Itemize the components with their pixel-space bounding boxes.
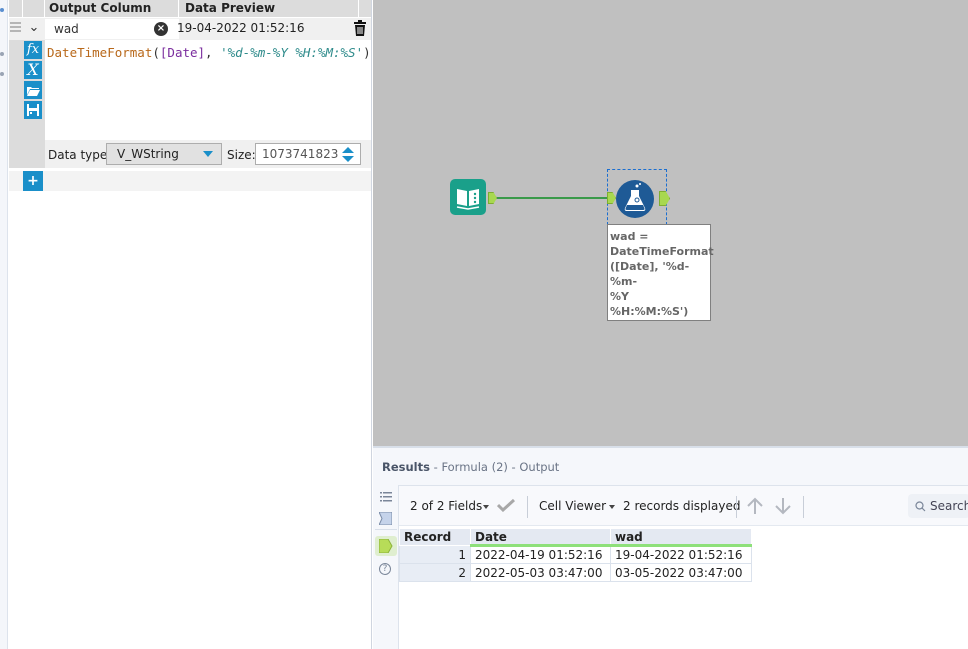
table-row[interactable]: 1 2022-04-19 01:52:16 19-04-2022 01:52:1… <box>399 545 752 564</box>
cell-date[interactable]: 2022-04-19 01:52:16 <box>470 545 611 564</box>
cell-wad[interactable]: 19-04-2022 01:52:16 <box>610 545 752 564</box>
connection-line[interactable] <box>497 197 610 199</box>
spin-down-icon[interactable] <box>342 156 354 162</box>
search-input[interactable]: Search <box>908 494 968 518</box>
strip-indicator <box>0 72 4 76</box>
data-type-select[interactable]: V_WString <box>106 143 222 165</box>
fx-icon[interactable]: fx <box>24 41 42 59</box>
results-grid-area: 2 of 2 Fields Cell Viewer 2 records disp… <box>399 485 968 649</box>
alteryx-designer: Output Column Data Preview ⌄ wad × 19-04… <box>0 0 968 649</box>
results-title-source: - Formula (2) - Output <box>429 460 560 474</box>
flask-icon <box>624 183 646 211</box>
annotation-line: %Y %H:%M:%S') <box>610 290 689 318</box>
formula-format-string: '%d-%m-%Y %H:%M:%S' <box>220 45 364 60</box>
cell-viewer-selector[interactable]: Cell Viewer <box>539 499 606 513</box>
data-preview-value: 19-04-2022 01:52:16 <box>177 21 305 35</box>
formula-configuration-panel: Output Column Data Preview ⌄ wad × 19-04… <box>0 0 372 649</box>
editor-gutter <box>9 40 23 168</box>
fields-dropdown-caret-icon[interactable] <box>483 505 489 509</box>
results-title: Results - Formula (2) - Output <box>382 460 559 474</box>
fields-selector[interactable]: 2 of 2 Fields <box>410 499 482 513</box>
toolbar-divider <box>803 496 804 518</box>
results-toolbar: 2 of 2 Fields Cell Viewer 2 records disp… <box>399 486 968 526</box>
drag-handle-icon[interactable] <box>10 22 21 36</box>
toolbar-divider <box>527 496 528 518</box>
data-type-label: Data type: <box>48 148 112 162</box>
arrow-down-icon[interactable] <box>774 497 792 515</box>
list-icon[interactable] <box>380 492 392 502</box>
dropdown-caret-icon <box>203 151 213 157</box>
data-type-value: V_WString <box>117 147 179 161</box>
record-number: 1 <box>399 545 471 564</box>
workflow-canvas[interactable]: wad = DateTimeFormat ([Date], '%d-%m- %Y… <box>373 0 968 446</box>
cell-wad[interactable]: 03-05-2022 03:47:00 <box>610 563 752 582</box>
spin-up-icon[interactable] <box>342 147 354 153</box>
records-count: 2 records displayed <box>623 499 741 513</box>
annotation-line: wad = <box>610 230 649 243</box>
expression-grid-header: Output Column Data Preview <box>9 0 371 17</box>
help-icon[interactable]: ? <box>379 563 391 575</box>
search-placeholder: Search <box>930 499 968 513</box>
editor-icon-column: fx X <box>23 40 45 168</box>
arrow-up-icon[interactable] <box>746 497 764 515</box>
cell-date[interactable]: 2022-05-03 03:47:00 <box>470 563 611 582</box>
results-side-toolbar: ? <box>373 485 399 649</box>
tool-annotation: wad = DateTimeFormat ([Date], '%d-%m- %Y… <box>607 224 714 321</box>
header-spacer <box>9 0 23 17</box>
open-folder-icon[interactable] <box>24 81 42 99</box>
collapse-chevron-icon[interactable]: ⌄ <box>26 20 42 36</box>
add-expression-button[interactable]: + <box>23 171 43 191</box>
toolbar-divider <box>736 496 737 518</box>
input-anchor-icon[interactable] <box>379 512 392 525</box>
annotation-line: ([Date], '%d-%m- <box>610 260 690 288</box>
formula-function: DateTimeFormat <box>47 45 153 60</box>
book-icon <box>456 189 480 210</box>
input-data-tool[interactable] <box>450 179 486 215</box>
divider <box>375 529 397 530</box>
clear-field-icon[interactable]: × <box>154 22 168 36</box>
annotation-line: DateTimeFormat <box>610 245 714 258</box>
formula-expression-text[interactable]: DateTimeFormat([Date], '%d-%m-%Y %H:%M:%… <box>47 45 371 60</box>
expression-editor: fx X DateTimeFormat([Date], '%d-%m-%Y %H… <box>9 40 371 168</box>
add-expression-row: + <box>9 171 371 191</box>
output-anchor-selected[interactable] <box>375 536 397 556</box>
output-anchor-icon <box>379 539 393 553</box>
column-header-record[interactable]: Record <box>399 528 471 546</box>
viewer-dropdown-caret-icon[interactable] <box>609 505 615 509</box>
output-anchor[interactable] <box>488 192 497 204</box>
column-header-wad[interactable]: wad <box>610 528 752 547</box>
record-number: 2 <box>399 563 471 582</box>
size-label: Size: <box>227 148 256 162</box>
data-preview-header: Data Preview <box>179 0 359 17</box>
data-type-row: Data type: V_WString Size: 1073741823 <box>45 140 371 168</box>
output-anchor[interactable] <box>659 191 670 206</box>
results-panel: Results - Formula (2) - Output ? 2 of 2 … <box>373 446 968 649</box>
left-edge-strip <box>0 0 8 649</box>
expression-row: ⌄ wad × 19-04-2022 01:52:16 <box>9 18 371 40</box>
formula-comma: , <box>205 45 221 60</box>
results-table: Record Date wad 1 2022-04-19 01:52:16 19… <box>399 528 752 582</box>
variable-x-icon[interactable]: X <box>24 61 42 79</box>
table-row[interactable]: 2 2022-05-03 03:47:00 03-05-2022 03:47:0… <box>399 563 752 582</box>
save-icon[interactable] <box>24 101 42 119</box>
results-title-bold: Results <box>382 460 430 474</box>
apply-check-icon[interactable] <box>497 498 515 512</box>
formula-paren: ( <box>152 45 160 60</box>
output-column-header: Output Column <box>45 0 179 17</box>
delete-expression-icon[interactable] <box>353 20 367 37</box>
formula-field: [Date] <box>159 45 206 60</box>
table-header-row: Record Date wad <box>399 528 752 547</box>
formula-tool[interactable] <box>616 180 654 218</box>
header-spacer <box>23 0 45 17</box>
strip-indicator <box>0 52 4 56</box>
size-value: 1073741823 <box>262 147 339 161</box>
column-header-date[interactable]: Date <box>470 528 611 547</box>
formula-paren: ) <box>363 45 371 60</box>
search-icon <box>915 501 926 512</box>
size-input[interactable]: 1073741823 <box>255 143 361 165</box>
strip-indicator <box>0 8 4 12</box>
